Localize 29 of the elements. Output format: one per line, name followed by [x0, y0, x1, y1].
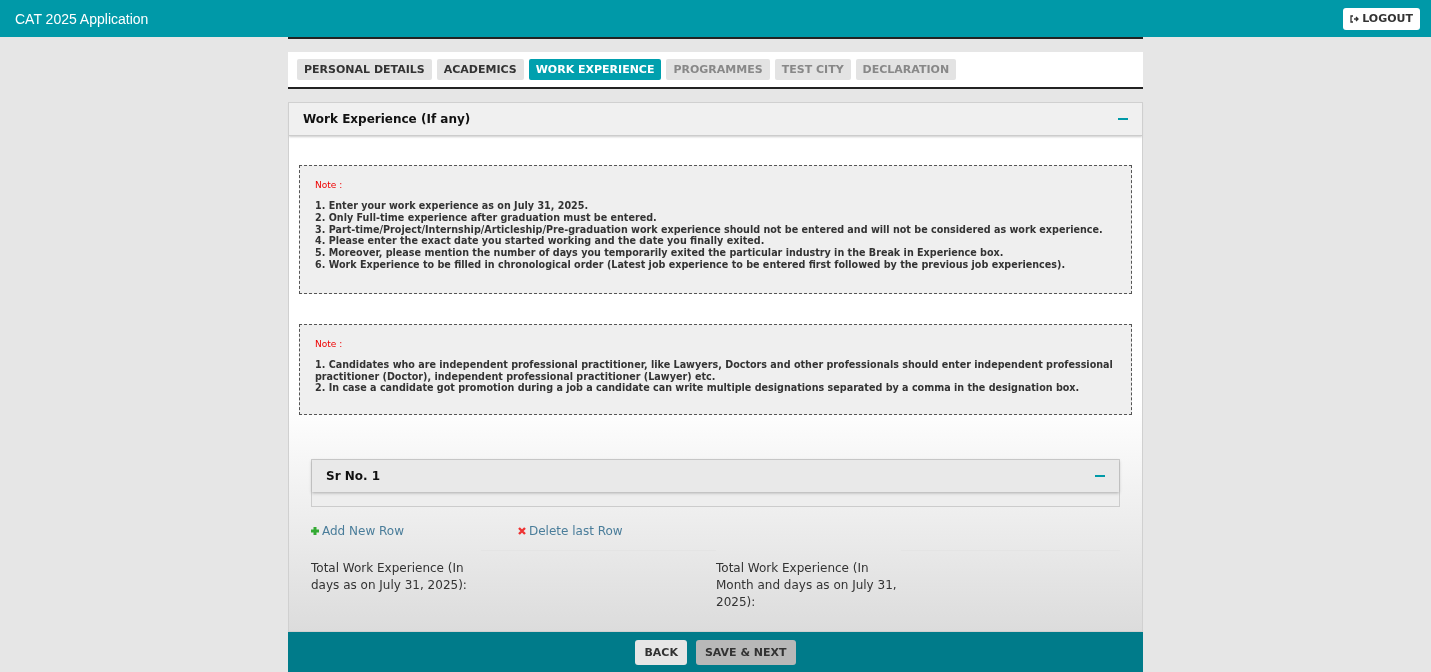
form-tab[interactable]: ACADEMICS — [436, 59, 524, 80]
total-label: Total Work Experience (In Month and days as on July 31, 2025): — [716, 560, 898, 612]
logout-button[interactable]: LOGOUT — [1343, 7, 1420, 30]
form-tab[interactable]: PROGRAMMES — [666, 59, 770, 80]
note-heading: Note : — [315, 338, 344, 349]
note-item: 6. Work Experience to be filled in chronological order (Latest job experience to be entered first followed by the previous job experiences). — [315, 259, 1067, 271]
plus-icon — [311, 527, 319, 536]
form-tab[interactable]: WORK EXPERIENCE — [528, 59, 662, 80]
add-row-link[interactable]: Add New Row — [311, 524, 518, 539]
total-label: Total Work Experience (In days as on July 31, 2025): — [311, 560, 468, 595]
form-tab[interactable]: TEST CITY — [774, 59, 851, 80]
logout-icon — [1350, 14, 1360, 23]
save-next-button[interactable]: SAVE & NEXT — [695, 639, 796, 665]
cross-icon — [518, 527, 526, 536]
section-title: Work Experience (If any) — [303, 112, 471, 126]
delete-row-link[interactable]: Delete last Row — [518, 524, 725, 539]
note-item: 2. In case a candidate got promotion during a job a candidate can write multiple designations separated by a comma in the designation box. — [315, 382, 1081, 395]
note-item: 1. Enter your work experience as on July 31, 2025. — [315, 200, 590, 212]
note-item: 5. Moreover, please mention the number of days you temporarily exited the particular industry in the Break in Experience box. — [315, 247, 1005, 259]
app-title: CAT 2025 Application — [15, 10, 149, 27]
note-item: 1. Candidates who are independent professional practitioner, like Lawyers, Doctors and other professionals should enter independent professional practitioner (Doctor), independent professional practitioner (Lawyer) etc. — [315, 358, 1114, 383]
form-tab[interactable]: PERSONAL DETAILS — [297, 59, 432, 80]
note-item: 4. Please enter the exact date you started working and the date you finally exited. — [315, 235, 766, 248]
form-tab[interactable]: DECLARATION — [855, 59, 957, 80]
note-item: 3. Part-time/Project/Internship/Articleship/Pre-graduation work experience should not be entered and will not be considered as work experience. — [315, 223, 1104, 236]
row-title: Sr No. 1 — [326, 469, 381, 484]
back-button[interactable]: BACK — [635, 639, 687, 665]
note-item: 2. Only Full-time experience after graduation must be entered. — [315, 211, 658, 224]
note-heading: Note : — [315, 180, 344, 190]
